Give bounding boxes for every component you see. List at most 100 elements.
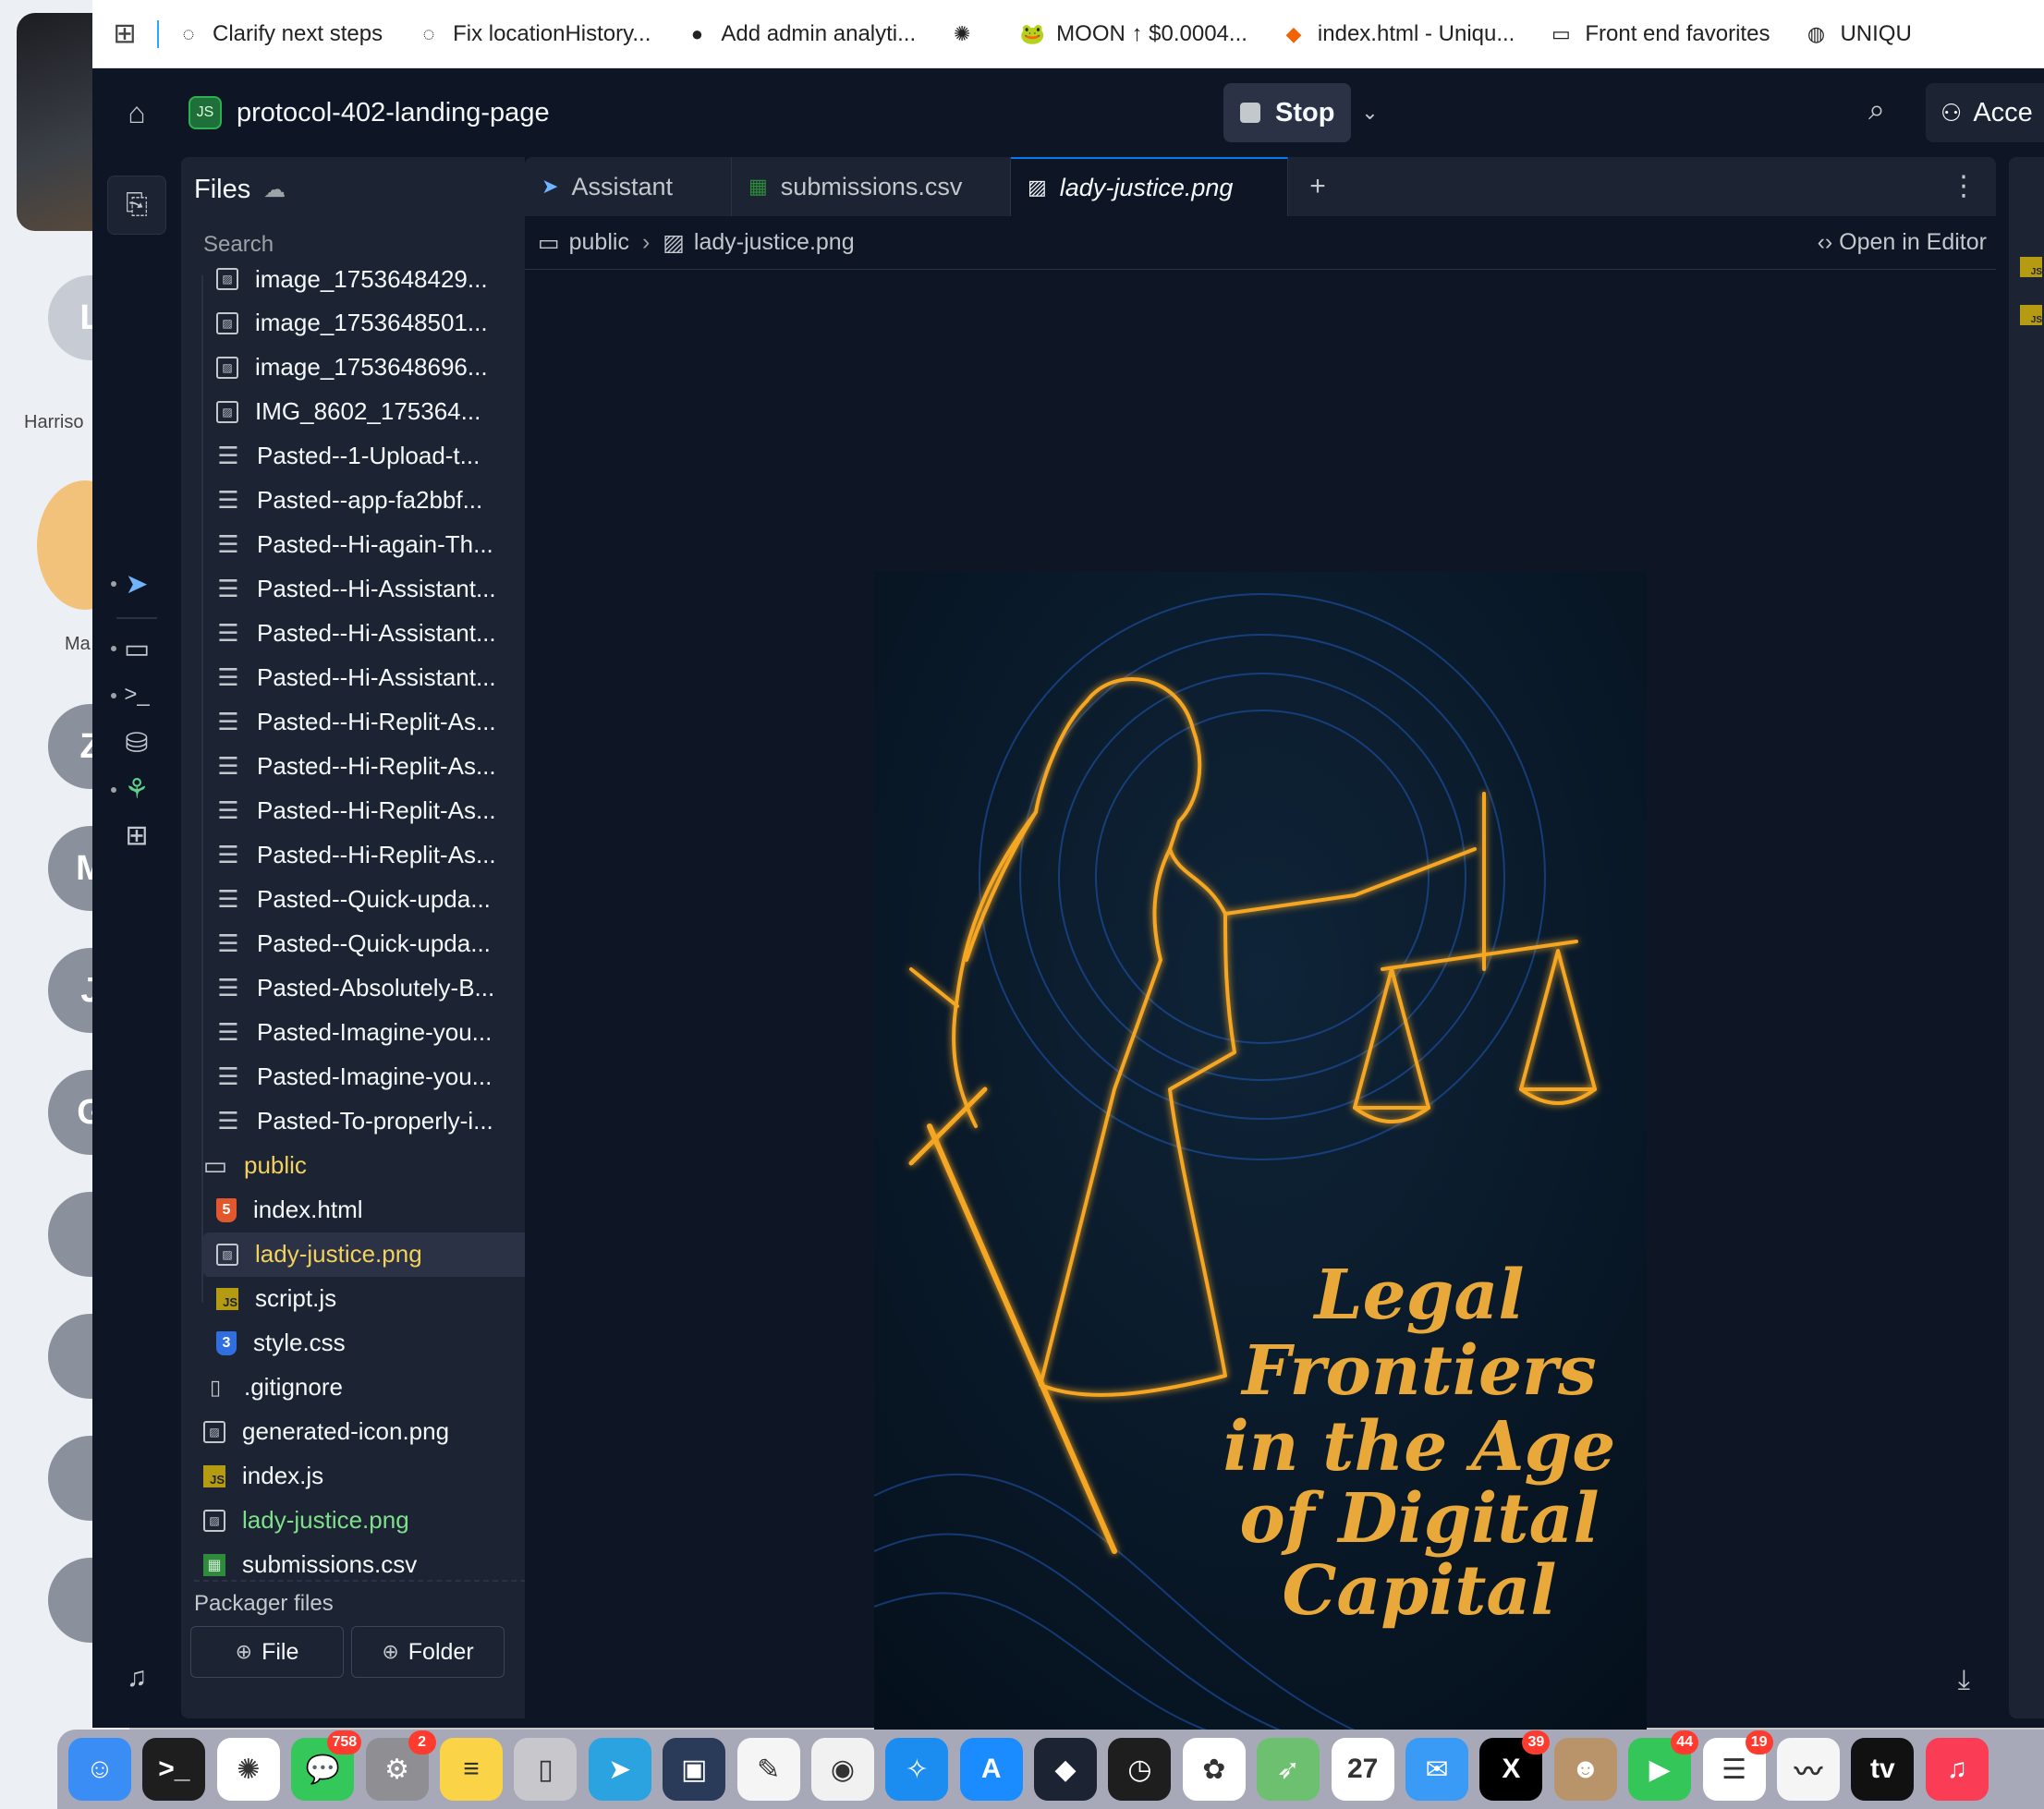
tab-label: submissions.csv [780, 172, 963, 200]
bookmark-item[interactable]: ◌ Fix locationHistory... [416, 21, 651, 47]
search-icon[interactable]: ⌕ [1868, 92, 1885, 127]
file-tree-label: Pasted--Quick-upda... [257, 885, 491, 914]
repl-name[interactable]: protocol-402-landing-page [237, 98, 550, 128]
file-tree-label: image_1753648501... [255, 309, 488, 337]
chevron-down-icon[interactable]: ⌄ [1351, 101, 1388, 125]
dock-glyph: ▯ [538, 1754, 554, 1785]
file-tree-label: index.html [253, 1196, 363, 1224]
file-tree-label: Pasted--Hi-Assistant... [257, 619, 496, 648]
preview-icon[interactable]: ▣ [663, 1738, 726, 1801]
github-icon: ● [690, 21, 703, 45]
new-file-button[interactable]: ⊕ File [190, 1626, 344, 1678]
assistant-icon[interactable]: ➤ [107, 554, 166, 613]
new-folder-button[interactable]: ⊕ Folder [351, 1626, 505, 1678]
finder-icon[interactable]: ☺ [68, 1738, 131, 1801]
all-tools-icon[interactable]: ⊞ [107, 806, 166, 865]
mail-icon[interactable]: ✉ [1405, 1738, 1469, 1801]
bookmark-item[interactable]: ▭ Front end favorites [1548, 21, 1770, 47]
photos-icon[interactable]: ✿ [1182, 1738, 1246, 1801]
image-icon: ▨ [663, 229, 685, 256]
csv-icon: ▦ [748, 175, 768, 198]
file-tree-label: image_1753648429... [255, 264, 488, 293]
iphone-mirroring-icon[interactable]: ▯ [514, 1738, 578, 1801]
file-plus-icon: ⊕ [235, 1640, 253, 1663]
open-in-editor-link[interactable]: ‹› Open in Editor [1818, 229, 1987, 256]
file-tree-label: Pasted-Imagine-you... [257, 1062, 493, 1091]
text-file-icon: ☰ [217, 841, 239, 869]
download-icon[interactable]: ⤓ [1958, 1665, 1970, 1696]
reminders-icon[interactable]: ☰ 19 [1702, 1730, 1773, 1801]
invite-button[interactable]: ⚇ Acce [1926, 83, 2044, 142]
dock-glyph: ✉ [1425, 1754, 1449, 1785]
bookmark-item[interactable]: ◆ index.html - Uniqu... [1281, 21, 1515, 47]
chat-icon: ◌ [422, 21, 435, 45]
messages-icon[interactable]: 💬 758 [291, 1730, 362, 1801]
textedit-icon[interactable]: ✎ [736, 1738, 800, 1801]
notification-badge: 2 [408, 1730, 436, 1754]
maps-icon[interactable]: ➶ [1257, 1738, 1320, 1801]
bookmark-item[interactable]: ✺ [949, 21, 986, 47]
tab-assistant[interactable]: ➤ Assistant [525, 157, 732, 216]
apple-tv-icon[interactable]: tv [1851, 1738, 1915, 1801]
bookmark-item[interactable]: 🐸 MOON ↑ $0.0004... [1019, 21, 1247, 47]
text-file-icon: ☰ [217, 663, 239, 692]
macos-dock: ☺ >_ ✺ 💬 758 ⚙ 2 ≡ ▯ ➤ ▣ ✎ ◉ ✧ A ◆ ◷ ✿ ➶ 27 ✉ X 39 ☻ ▶ 44 ☰ 19 〰 tv ♫ [57, 1730, 2044, 1809]
home-icon[interactable]: ⌂ [92, 96, 181, 130]
lady-justice-image: Legal Frontiers in the Age of Digital Ca… [874, 572, 1647, 1730]
notification-badge: 19 [1745, 1730, 1773, 1754]
app-store-icon[interactable]: A [959, 1738, 1023, 1801]
freeform-icon[interactable]: 〰 [1776, 1738, 1840, 1801]
facetime-icon[interactable]: ▶ 44 [1628, 1730, 1699, 1801]
notifications-icon[interactable]: ♫ [107, 1648, 166, 1707]
text-file-icon: ☰ [217, 974, 239, 1002]
chatgpt-icon[interactable]: ✺ [216, 1738, 280, 1801]
chat-icon: ◌ [182, 21, 195, 45]
notification-badge: 758 [327, 1730, 362, 1754]
bookmark-label: index.html - Uniqu... [1317, 20, 1515, 46]
chrome-icon[interactable]: ◉ [810, 1738, 874, 1801]
more-options-icon[interactable]: ⋮ [1950, 170, 1977, 202]
add-tab-icon[interactable]: + [1288, 171, 1347, 202]
dock-glyph: ☻ [1571, 1754, 1600, 1784]
replit-icon[interactable]: ◆ [1034, 1738, 1098, 1801]
telegram-icon[interactable]: ➤ [588, 1738, 651, 1801]
bookmark-item[interactable]: ◌ Clarify next steps [176, 21, 383, 47]
x-icon[interactable]: X 39 [1479, 1730, 1551, 1801]
html-file-icon: 5 [216, 1197, 237, 1222]
poster-title-line: of Digital [1239, 1479, 1599, 1559]
safari-icon[interactable]: ✧ [885, 1738, 949, 1801]
notification-badge: 39 [1522, 1730, 1551, 1754]
bookmark-item[interactable]: ● Add admin analyti... [684, 21, 916, 47]
breadcrumb-item[interactable]: lady-justice.png [694, 229, 855, 256]
packager-files-label: Packager files [194, 1591, 334, 1616]
calendar-icon[interactable]: 27 [1331, 1738, 1394, 1801]
image-file-icon: ▨ [203, 1420, 225, 1443]
files-tool-icon[interactable]: ⎘ [107, 176, 166, 235]
music-icon[interactable]: ♫ [1925, 1738, 1989, 1801]
bookmark-item[interactable]: ◍ UNIQU [1803, 21, 1912, 47]
tab-submissions-csv[interactable]: ▦ submissions.csv [732, 157, 1011, 216]
file-tree-label: Pasted--Hi-Assistant... [257, 575, 496, 603]
stop-button[interactable]: Stop [1223, 83, 1352, 142]
terminal-icon[interactable]: >_ [142, 1738, 206, 1801]
apps-grid-icon[interactable]: ⊞ [92, 18, 157, 50]
text-file-icon: ☰ [217, 1062, 239, 1091]
file-tree-label: Pasted--Hi-Replit-As... [257, 796, 496, 825]
text-file-icon: ☰ [217, 575, 239, 603]
file-tree-label: Pasted-To-properly-i... [257, 1107, 493, 1135]
dock-glyph: 27 [1346, 1754, 1379, 1784]
js-file-icon: JS [2020, 257, 2042, 277]
text-file-icon: ☰ [217, 1018, 239, 1047]
system-settings-icon[interactable]: ⚙ 2 [365, 1730, 436, 1801]
dock-glyph: ✿ [1202, 1754, 1226, 1785]
file-icon: ▯ [209, 1375, 222, 1399]
tab-lady-justice-png[interactable]: ▨ lady-justice.png [1011, 157, 1288, 216]
open-in-editor-label: Open in Editor [1839, 229, 1987, 255]
breadcrumb-item[interactable]: public [569, 229, 629, 256]
contacts-icon[interactable]: ☻ [1553, 1738, 1617, 1801]
clock-icon[interactable]: ◷ [1108, 1738, 1172, 1801]
run-controls: Stop ⌄ [1223, 83, 1388, 142]
bookmark-label: Fix locationHistory... [453, 20, 651, 46]
file-tree-label: lady-justice.png [242, 1506, 409, 1535]
notes-icon[interactable]: ≡ [439, 1738, 503, 1801]
